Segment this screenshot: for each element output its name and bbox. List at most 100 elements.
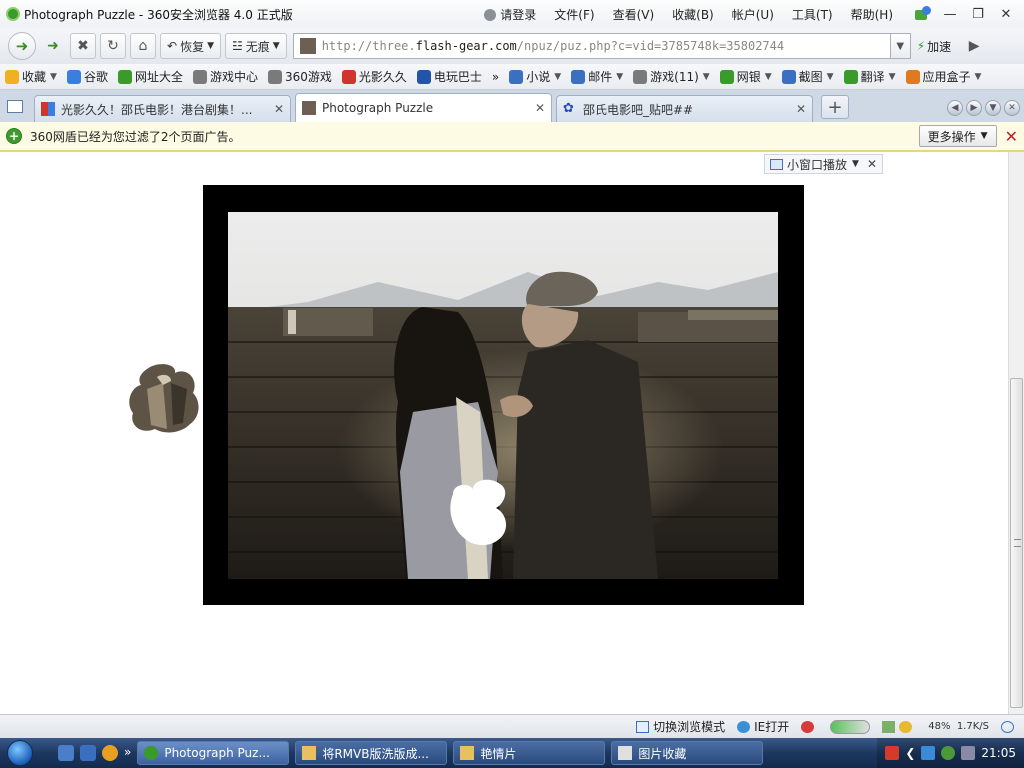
more-actions-button[interactable]: 更多操作 ▼	[918, 125, 997, 147]
volume-icon[interactable]	[961, 746, 976, 760]
bookmark-item[interactable]: 电玩巴士	[412, 68, 487, 85]
network-icon[interactable]	[921, 746, 936, 760]
tray-tools[interactable]	[876, 720, 922, 733]
mini-window-play-bar[interactable]: 小窗口播放 ▼ ✕	[764, 154, 883, 174]
menu-view[interactable]: 查看(V)	[604, 6, 664, 23]
tray-expand-icon[interactable]: ❮	[905, 746, 915, 760]
bookmark-item[interactable]: »	[487, 70, 504, 84]
bookmark-item[interactable]: 翻译 ▼	[839, 68, 901, 85]
chevron-down-icon: ▼	[702, 71, 710, 82]
tab-close-icon[interactable]: ✕	[796, 102, 806, 116]
new-tab-button[interactable]: +	[821, 95, 849, 119]
lightning-icon: ⚡	[916, 39, 926, 53]
tab-tieba[interactable]: ✿ 邵氏电影吧_贴吧## ✕	[556, 95, 813, 122]
tab-close-icon[interactable]: ✕	[274, 102, 284, 116]
taskbar-item-photograph-puzzle[interactable]: Photograph Puz...	[137, 741, 290, 765]
bookmark-item[interactable]: 收藏 ▼	[0, 68, 62, 85]
browser-icon	[144, 746, 159, 760]
page-scrollbar[interactable]	[1008, 152, 1024, 714]
bookmark-item[interactable]: 网银 ▼	[715, 68, 777, 85]
menu-help[interactable]: 帮助(H)	[842, 6, 902, 23]
bookmark-icon	[509, 69, 524, 84]
bookmark-item[interactable]: 截图 ▼	[777, 68, 839, 85]
chevron-down-icon: ▼	[554, 71, 562, 82]
sogou-icon[interactable]	[885, 746, 900, 760]
speed-up-button[interactable]: ⚡ 加速	[911, 33, 957, 59]
sidebar-toggle-button[interactable]	[0, 93, 30, 119]
start-button[interactable]	[0, 738, 40, 768]
browser-logo-icon	[6, 7, 20, 21]
bookmark-item[interactable]: 光影久久	[337, 68, 412, 85]
tab-scroll-right-button[interactable]: ▶	[966, 100, 982, 116]
notice-close-button[interactable]: ✕	[1005, 127, 1018, 146]
bookmark-item[interactable]: 游戏中心	[188, 68, 263, 85]
menu-favorites[interactable]: 收藏(B)	[663, 6, 723, 23]
incognito-button[interactable]: ☳ 无痕 ▼	[225, 33, 287, 59]
refresh-button[interactable]: ↻	[100, 33, 126, 59]
security-icon[interactable]	[941, 746, 956, 760]
scrollbar-thumb[interactable]	[1010, 378, 1023, 708]
chevron-down-icon: ▼	[852, 159, 859, 169]
bookmark-item[interactable]: 应用盒子 ▼	[901, 68, 987, 85]
tab-navigation: ◀ ▶ ▼ ✕	[947, 100, 1020, 116]
menu-login[interactable]: 请登录	[475, 6, 545, 23]
bookmark-icon	[117, 69, 132, 84]
undo-icon: ↶	[167, 39, 178, 53]
show-desktop-icon[interactable]	[58, 745, 74, 761]
taskbar-item-rmvb[interactable]: 将RMVB版洗版成...	[295, 741, 448, 765]
restore-button[interactable]: ↶ 恢复 ▼	[160, 33, 221, 59]
address-dropdown-button[interactable]: ▼	[890, 33, 911, 59]
maximize-button[interactable]: ❐	[966, 4, 990, 24]
plus-icon: +	[827, 96, 843, 118]
skin-button[interactable]	[910, 4, 934, 24]
back-button[interactable]: ➜	[8, 32, 36, 60]
window-title: Photograph Puzzle - 360安全浏览器 4.0 正式版	[24, 7, 293, 22]
toggle-switch[interactable]	[824, 719, 876, 734]
paw-icon: ✿	[563, 101, 574, 116]
loose-puzzle-piece[interactable]	[127, 359, 203, 439]
windows-taskbar: » Photograph Puz... 将RMVB版洗版成... 艳情片 图片收…	[0, 738, 1024, 768]
address-bar[interactable]: http://three.flash-gear.com/npuz/puz.php…	[292, 33, 891, 59]
home-button[interactable]: ⌂	[130, 33, 156, 59]
ie-open-button[interactable]: IE打开	[731, 718, 795, 735]
menu-tools[interactable]: 工具(T)	[783, 6, 842, 23]
taskbar-item-folder[interactable]: 艳情片	[453, 741, 606, 765]
bookmark-icon	[571, 69, 586, 84]
url-text[interactable]: http://three.flash-gear.com/npuz/puz.php…	[322, 39, 784, 53]
mini-window-close-icon[interactable]: ✕	[867, 157, 877, 171]
forward-button[interactable]: ➜	[40, 33, 66, 59]
app-shortcut-icon[interactable]	[80, 745, 96, 761]
bookmark-item[interactable]: 邮件 ▼	[566, 68, 628, 85]
chevron-down-icon: ▼	[207, 41, 214, 51]
close-all-tabs-button[interactable]: ✕	[1004, 100, 1020, 116]
go-button[interactable]: ▶	[961, 33, 987, 59]
bookmark-item[interactable]: 谷歌	[62, 68, 113, 85]
minimize-button[interactable]: —	[938, 4, 962, 24]
tab-bar: 光影久久！邵氏电影！港台剧集！... ✕ Photograph Puzzle ✕…	[0, 90, 1024, 122]
tab-scroll-left-button[interactable]: ◀	[947, 100, 963, 116]
switch-browse-mode-button[interactable]: 切换浏览模式	[630, 718, 731, 735]
bookmark-item[interactable]: 游戏(11) ▼	[628, 68, 715, 85]
menu-file[interactable]: 文件(F)	[545, 6, 603, 23]
bookmark-item[interactable]: 小说 ▼	[504, 68, 566, 85]
puzzle-photo[interactable]	[228, 212, 778, 579]
clock[interactable]: 21:05	[981, 746, 1016, 760]
quick-launch-more-icon[interactable]: »	[124, 745, 131, 761]
puzzle-board[interactable]	[203, 185, 804, 605]
stop-button[interactable]: ✖	[70, 33, 96, 59]
taskbar-item-picture-favorites[interactable]: 图片收藏	[611, 741, 764, 765]
bookmark-item[interactable]: 360游戏	[263, 68, 337, 85]
system-tray: ❮ 21:05	[877, 738, 1024, 768]
close-window-button[interactable]: ✕	[994, 4, 1018, 24]
bookmark-icon	[416, 69, 431, 84]
tab-close-icon[interactable]: ✕	[535, 101, 545, 115]
menu-account[interactable]: 帐户(U)	[723, 6, 783, 23]
title-bar: Photograph Puzzle - 360安全浏览器 4.0 正式版 请登录…	[0, 0, 1024, 28]
bookmark-item[interactable]: 网址大全	[113, 68, 188, 85]
tab-list-button[interactable]: ▼	[985, 100, 1001, 116]
zoom-control[interactable]	[995, 720, 1024, 733]
tab-photograph-puzzle[interactable]: Photograph Puzzle ✕	[295, 93, 552, 122]
security-status[interactable]	[795, 720, 824, 733]
tab-guangying[interactable]: 光影久久！邵氏电影！港台剧集！... ✕	[34, 95, 291, 122]
qq-icon[interactable]	[102, 745, 118, 761]
